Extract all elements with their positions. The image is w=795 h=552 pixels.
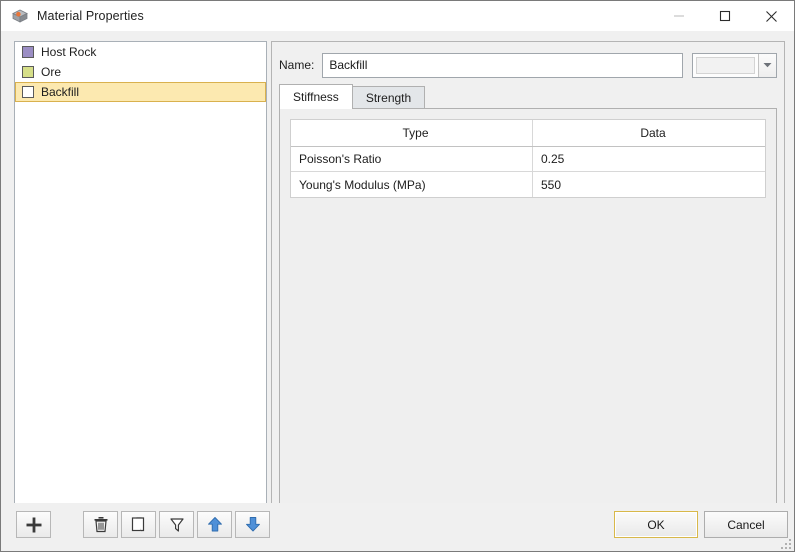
cell-type: Young's Modulus (MPa) [291, 172, 533, 197]
stiffness-tab-page: Type Data Poisson's Ratio 0.25 Young's M… [279, 108, 777, 517]
move-down-button[interactable] [235, 511, 270, 538]
material-properties-dialog: Material Properties Host Rock Ore Backfi… [0, 0, 795, 552]
trash-icon [94, 517, 107, 533]
cell-data[interactable]: 550 [533, 172, 765, 197]
resize-grip[interactable] [777, 535, 791, 549]
tab-stiffness[interactable]: Stiffness [279, 84, 353, 109]
arrow-up-icon [207, 517, 222, 532]
dialog-body: Host Rock Ore Backfill Name: Backfill St… [1, 31, 794, 525]
properties-table[interactable]: Type Data Poisson's Ratio 0.25 Young's M… [290, 119, 766, 198]
table-row[interactable]: Poisson's Ratio 0.25 [291, 147, 765, 172]
close-button[interactable] [748, 1, 794, 31]
list-item-label: Host Rock [41, 45, 97, 59]
list-item[interactable]: Host Rock [15, 42, 266, 62]
column-header-type: Type [291, 120, 533, 146]
ok-button[interactable]: OK [614, 511, 698, 538]
name-label: Name: [279, 58, 315, 72]
funnel-icon [169, 518, 184, 532]
list-item[interactable]: Ore [15, 62, 266, 82]
color-swatch [22, 86, 34, 98]
arrow-down-icon [245, 517, 260, 532]
maximize-button[interactable] [702, 1, 748, 31]
dialog-footer: OK Cancel [1, 503, 794, 551]
tab-strength[interactable]: Strength [351, 86, 426, 109]
chevron-down-icon[interactable] [758, 53, 776, 77]
name-row: Name: Backfill [279, 51, 777, 79]
color-swatch [22, 46, 34, 58]
material-detail-panel: Name: Backfill Stiffness Strength Type D… [271, 41, 785, 525]
cell-type: Poisson's Ratio [291, 147, 533, 171]
window-controls [656, 1, 794, 31]
cancel-button[interactable]: Cancel [704, 511, 788, 538]
column-header-data: Data [640, 126, 666, 140]
tab-label: Stiffness [293, 90, 339, 104]
duplicate-material-button[interactable] [121, 511, 156, 538]
delete-material-button[interactable] [83, 511, 118, 538]
copy-icon [131, 517, 144, 532]
list-item[interactable]: Backfill [15, 82, 266, 102]
material-list[interactable]: Host Rock Ore Backfill [14, 41, 267, 507]
color-swatch [22, 66, 34, 78]
table-row[interactable]: Young's Modulus (MPa) 550 [291, 172, 765, 197]
title-bar: Material Properties [1, 1, 794, 31]
name-input[interactable]: Backfill [322, 52, 683, 78]
table-header-row: Type Data [291, 120, 765, 147]
material-color-dropdown[interactable] [692, 52, 777, 78]
plus-icon [26, 517, 41, 532]
material-cube-icon [10, 7, 30, 25]
property-tabs: Stiffness Strength [279, 84, 777, 109]
list-item-label: Ore [41, 65, 62, 79]
filter-button[interactable] [159, 511, 194, 538]
window-title: Material Properties [37, 9, 144, 23]
tab-label: Strength [365, 91, 412, 105]
list-item-label: Backfill [41, 85, 80, 99]
minimize-button[interactable] [656, 1, 702, 31]
cell-data[interactable]: 0.25 [533, 147, 765, 171]
add-material-button[interactable] [16, 511, 51, 538]
selected-color-swatch [696, 56, 755, 74]
move-up-button[interactable] [197, 511, 232, 538]
